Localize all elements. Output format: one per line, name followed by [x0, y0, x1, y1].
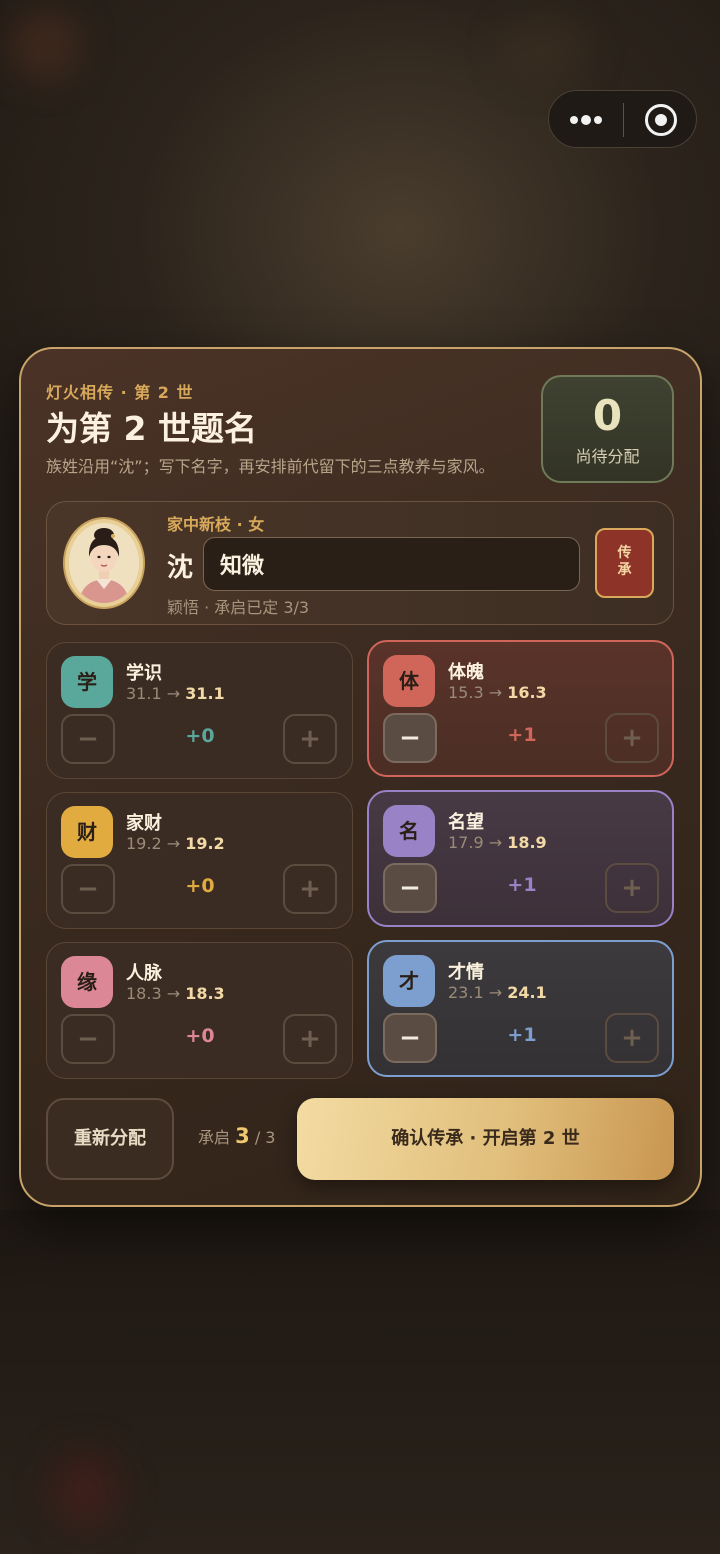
stat-name: 体魄: [448, 662, 484, 683]
stat-card: 体体魄 15.3 → 16.3− +1 +: [367, 640, 674, 777]
stat-card: 学学识 31.1 → 31.1− +0 +: [46, 642, 353, 779]
more-dots-icon[interactable]: [568, 91, 604, 149]
increase-button[interactable]: +: [283, 714, 337, 764]
stat-badge-icon: 才: [383, 955, 435, 1007]
stat-delta: +1: [507, 724, 537, 746]
decrease-button[interactable]: −: [61, 864, 115, 914]
stat-name: 人脉: [126, 963, 162, 984]
heir-portrait: [69, 523, 139, 603]
stat-badge-icon: 体: [383, 655, 435, 707]
stat-card: 财家财 19.2 → 19.2− +0 +: [46, 792, 353, 929]
count-total: / 3: [254, 1128, 276, 1147]
stat-value-change: 19.2 → 19.2: [126, 834, 225, 853]
heir-trait-note: 颖悟 · 承启已定 3/3: [167, 598, 310, 617]
increase-button[interactable]: +: [283, 1014, 337, 1064]
stat-name: 才情: [448, 962, 484, 983]
stat-name: 学识: [126, 663, 162, 684]
stat-value-change: 15.3 → 16.3: [448, 683, 547, 702]
page-title: 为第 2 世题名: [46, 409, 257, 448]
stat-delta: +0: [185, 725, 215, 747]
decrease-button[interactable]: −: [383, 1013, 437, 1063]
stat-value-change: 23.1 → 24.1: [448, 983, 547, 1002]
stat-badge-icon: 财: [61, 806, 113, 858]
heir-tag: 家中新枝 · 女: [167, 515, 265, 534]
stat-delta: +1: [507, 1024, 537, 1046]
confirm-inherit-button[interactable]: 确认传承 · 开启第 2 世: [297, 1098, 674, 1180]
decrease-button[interactable]: −: [61, 1014, 115, 1064]
pending-points-box: 0 尚待分配: [541, 375, 674, 483]
stat-card: 缘人脉 18.3 → 18.3− +0 +: [46, 942, 353, 1079]
stat-value-change: 18.3 → 18.3: [126, 984, 225, 1003]
inherit-button-label: 传承: [617, 545, 632, 578]
stat-delta: +0: [185, 1025, 215, 1047]
count-value: 3: [235, 1124, 250, 1148]
reset-button[interactable]: 重新分配: [46, 1098, 174, 1180]
decrease-button[interactable]: −: [383, 863, 437, 913]
surname-label: 沈: [167, 553, 194, 583]
stat-badge-icon: 学: [61, 656, 113, 708]
stat-badge-icon: 缘: [61, 956, 113, 1008]
decrease-button[interactable]: −: [61, 714, 115, 764]
miniprogram-capsule: [548, 90, 697, 148]
page-subtitle: 族姓沿用“沈”；写下名字，再安排前代留下的三点教养与家风。: [46, 457, 495, 476]
stat-card: 名名望 17.9 → 18.9− +1 +: [367, 790, 674, 927]
close-miniprogram-icon[interactable]: [645, 104, 677, 136]
stat-delta: +1: [507, 874, 537, 896]
stat-delta: +0: [185, 875, 215, 897]
stat-name: 家财: [126, 813, 162, 834]
generation-eyebrow: 灯火相传 · 第 2 世: [46, 383, 194, 402]
pending-points-label: 尚待分配: [575, 447, 640, 466]
increase-button[interactable]: +: [605, 713, 659, 763]
increase-button[interactable]: +: [605, 1013, 659, 1063]
capsule-divider: [623, 103, 624, 137]
given-name-input[interactable]: [203, 537, 580, 591]
increase-button[interactable]: +: [283, 864, 337, 914]
stat-value-change: 17.9 → 18.9: [448, 833, 547, 852]
allocation-count: 承启 3 / 3: [198, 1124, 275, 1148]
decrease-button[interactable]: −: [383, 713, 437, 763]
stat-card: 才才情 23.1 → 24.1− +1 +: [367, 940, 674, 1077]
stat-badge-icon: 名: [383, 805, 435, 857]
stat-name: 名望: [448, 812, 484, 833]
inherit-button[interactable]: 传承: [595, 528, 654, 598]
stat-value-change: 31.1 → 31.1: [126, 684, 225, 703]
count-prefix: 承启: [198, 1128, 231, 1147]
pending-points-value: 0: [592, 391, 623, 440]
increase-button[interactable]: +: [605, 863, 659, 913]
